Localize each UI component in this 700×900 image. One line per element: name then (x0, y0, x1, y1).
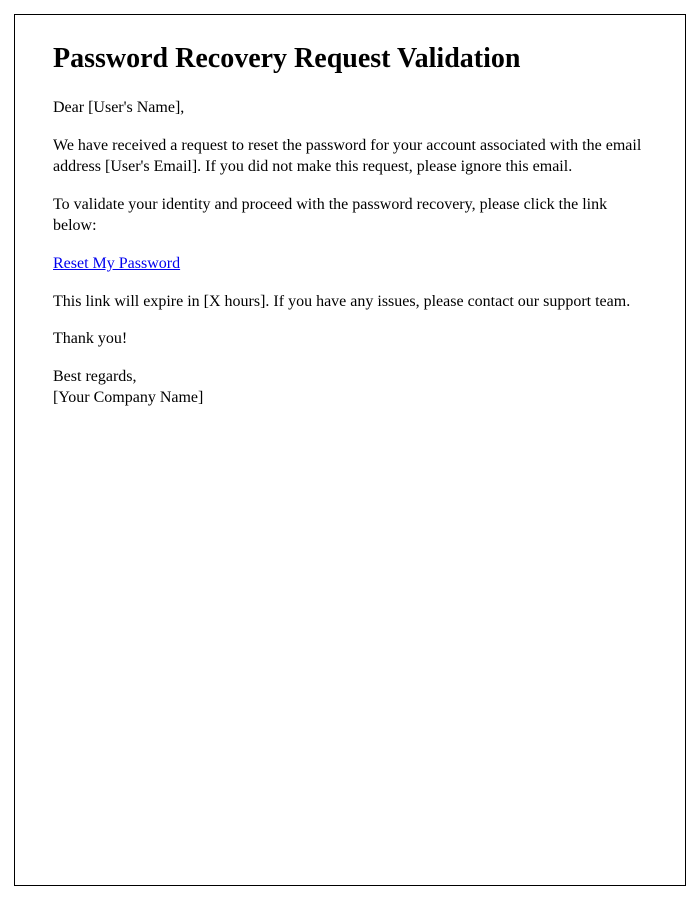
page-title: Password Recovery Request Validation (53, 43, 647, 75)
company-name: [Your Company Name] (53, 389, 203, 406)
regards-text: Best regards, [Your Company Name] (53, 366, 647, 409)
thankyou-text: Thank you! (53, 328, 647, 350)
greeting-text: Dear [User's Name], (53, 97, 647, 119)
document-container: Password Recovery Request Validation Dea… (14, 14, 686, 886)
intro-paragraph: We have received a request to reset the … (53, 135, 647, 178)
regards-line: Best regards, (53, 368, 137, 385)
instruction-paragraph: To validate your identity and proceed wi… (53, 194, 647, 237)
reset-password-link[interactable]: Reset My Password (53, 255, 180, 272)
expiry-paragraph: This link will expire in [X hours]. If y… (53, 291, 647, 313)
reset-link-paragraph: Reset My Password (53, 253, 647, 275)
